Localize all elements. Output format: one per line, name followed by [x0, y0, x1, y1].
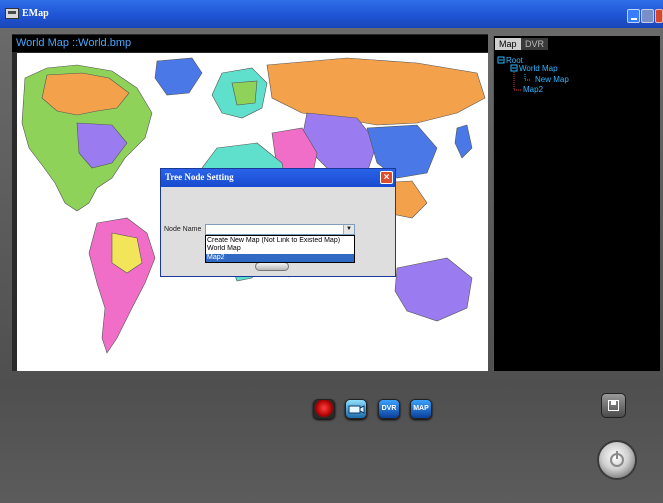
power-button[interactable]: [597, 440, 637, 480]
map-region: [454, 124, 473, 159]
dropdown-arrow-icon[interactable]: ▼: [343, 225, 354, 234]
tab-dvr[interactable]: DVR: [521, 38, 549, 50]
tree-node-new-map[interactable]: New Map: [535, 75, 569, 84]
alarm-light-icon[interactable]: [313, 399, 335, 419]
camera-icon[interactable]: [345, 399, 367, 419]
map-title: World Map ::World.bmp: [16, 37, 132, 49]
node-name-dropdown-list[interactable]: Create New Map (Not Link to Existed Map)…: [205, 235, 355, 263]
tab-map[interactable]: Map: [495, 38, 521, 50]
map-tree[interactable]: Root World Map New Map Map2: [495, 52, 658, 370]
power-icon-bar: [616, 451, 618, 459]
node-name-combo[interactable]: ▼: [205, 224, 355, 235]
minimize-button[interactable]: [627, 9, 640, 23]
map-region: [154, 57, 203, 96]
close-window-button[interactable]: [655, 9, 663, 23]
tree-node-map2[interactable]: Map2: [523, 85, 543, 94]
maximize-button[interactable]: [641, 9, 654, 23]
dialog-close-icon[interactable]: ×: [380, 171, 393, 184]
window-title: EMap: [22, 8, 49, 19]
node-name-label: Node Name: [164, 226, 202, 233]
map-region: [266, 57, 486, 126]
dropdown-option-create-new-map[interactable]: Create New Map (Not Link to Existed Map): [206, 237, 354, 245]
tree-node-world-map[interactable]: World Map: [519, 64, 558, 73]
dialog-title: Tree Node Setting: [165, 172, 234, 182]
map-region: [394, 257, 473, 322]
dropdown-option-map2[interactable]: Map2: [206, 254, 354, 262]
map-button[interactable]: MAP: [410, 399, 432, 419]
dialog-ok-button[interactable]: [255, 262, 289, 271]
camera-glyph: [348, 405, 365, 414]
save-button[interactable]: [601, 393, 626, 418]
title-bar[interactable]: EMap: [0, 0, 663, 28]
dialog-title-bar[interactable]: Tree Node Setting ×: [161, 169, 395, 187]
tree-node-setting-dialog: Tree Node Setting × Node Name ▼ Create N…: [160, 168, 396, 277]
dvr-button[interactable]: DVR: [378, 399, 400, 419]
app-icon: [5, 8, 19, 19]
floppy-disk-icon: [608, 400, 619, 411]
dropdown-option-world-map[interactable]: World Map: [206, 245, 354, 253]
